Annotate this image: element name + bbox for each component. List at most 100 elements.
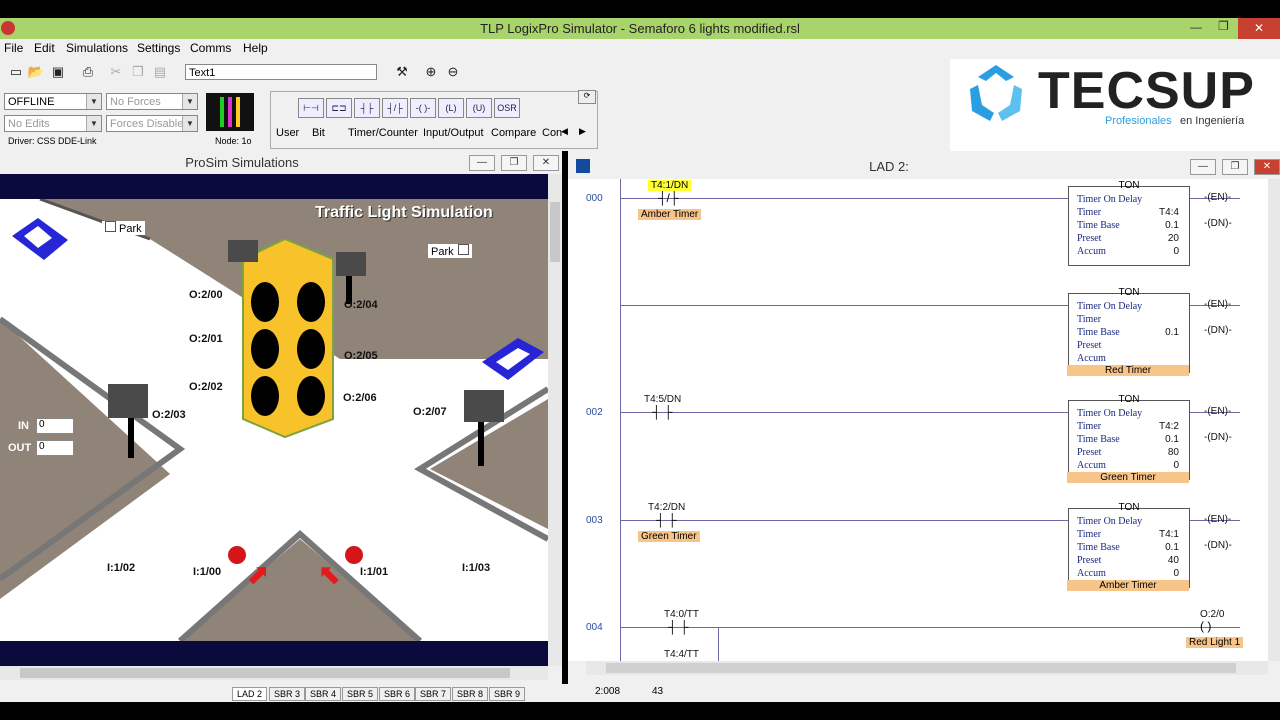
menu-file[interactable]: File (4, 41, 23, 55)
ton-block-003[interactable]: TON Timer On Delay Timer T4:1 Time Base 0.… (1068, 502, 1190, 588)
ton-desc-002: Green Timer (1067, 472, 1189, 483)
open-folder-icon[interactable]: 📂 (26, 62, 46, 82)
menu-help[interactable]: Help (243, 41, 268, 55)
en-output-003: -(EN)- (1204, 514, 1232, 525)
out-label: OUT (8, 442, 32, 454)
ton-block-001[interactable]: TON Timer On Delay Timer Time Base 0.1 Pr… (1068, 287, 1190, 373)
xic-contact-002[interactable]: ┤ ├ (652, 405, 672, 419)
minimize-button[interactable]: — (1190, 20, 1202, 34)
prosim-minimize-button[interactable]: — (469, 155, 495, 171)
xic-contact-004[interactable]: ┤ ├ (668, 620, 688, 634)
ton-block-002[interactable]: TON Timer On Delay Timer T4:2 Time Base 0.… (1068, 394, 1190, 480)
label-o207: O:2/07 (413, 406, 447, 418)
tab-sbr4[interactable]: SBR 4 (305, 687, 342, 701)
tab-compare[interactable]: Compare (491, 127, 536, 139)
prosim-restore-button[interactable]: ❐ (501, 155, 527, 171)
lad-close-button[interactable]: ✕ (1254, 159, 1280, 175)
lad-vscrollbar[interactable] (1268, 179, 1280, 661)
rung-icon[interactable]: ⊢⊣ (298, 98, 324, 118)
prosim-hscrollbar[interactable] (0, 666, 548, 680)
prosim-vscrollbar[interactable] (548, 174, 562, 666)
palette-toggle-icon[interactable]: ⟳ (578, 90, 596, 104)
xic-contact-003[interactable]: ┤ ├ (656, 513, 676, 527)
restore-button[interactable]: ❐ (1218, 19, 1229, 33)
park-checkbox-1[interactable]: Park (102, 221, 145, 235)
ote-icon[interactable]: -( )- (410, 98, 436, 118)
branch-icon[interactable]: ⊏⊐ (326, 98, 352, 118)
walk-signal-top-right (336, 252, 366, 276)
toolbar: ▭ 📂 ▣ ⎙ ✂ ❐ ▤ Text1 ⚒ ⊕ ⊖ (0, 59, 950, 85)
xic-icon[interactable]: ┤├ (354, 98, 380, 118)
walk-signal-top-left (228, 240, 258, 262)
logo-tagline-b: en Ingeniería (1180, 115, 1245, 127)
dn-output-003: -(DN)- (1204, 540, 1232, 551)
node-label: Node: 1o (215, 136, 252, 146)
menu-simulations[interactable]: Simulations (66, 41, 128, 55)
coil-004[interactable]: ( ) (1200, 619, 1211, 633)
en-output-002: -(EN)- (1204, 406, 1232, 417)
tab-sbr8[interactable]: SBR 8 (452, 687, 489, 701)
tab-lad2[interactable]: LAD 2 (232, 687, 268, 701)
in-field[interactable]: 0 (36, 418, 74, 434)
out-field[interactable]: 0 (36, 440, 74, 456)
tab-scroll-left-icon[interactable]: ◀ (561, 126, 568, 137)
logo-tagline-a: Profesionales (1105, 115, 1172, 127)
close-button[interactable]: ✕ (1238, 18, 1280, 39)
tab-sbr6[interactable]: SBR 6 (379, 687, 416, 701)
forces-state-select[interactable]: Forces Disabled ▼ (106, 115, 198, 132)
dn-output-002: -(DN)- (1204, 432, 1232, 443)
lad-restore-button[interactable]: ❐ (1222, 159, 1248, 175)
pedestrian-signal-right-pole (478, 422, 484, 466)
tab-scroll-right-icon[interactable]: ▶ (579, 126, 586, 137)
pushbutton-right-icon[interactable] (345, 546, 363, 564)
scene-title: Traffic Light Simulation (315, 204, 493, 221)
tab-sbr9[interactable]: SBR 9 (489, 687, 526, 701)
tab-user[interactable]: User (276, 127, 299, 139)
contact-desc-003: Green Timer (638, 531, 700, 542)
zoom-out-icon[interactable]: ⊖ (443, 62, 463, 82)
mode-select[interactable]: OFFLINE ▼ (4, 93, 102, 110)
save-icon[interactable]: ▣ (48, 62, 68, 82)
ton-block-000[interactable]: TON Timer On Delay Timer T4:4 Time Base 0.… (1068, 180, 1190, 266)
tab-sbr7[interactable]: SBR 7 (415, 687, 452, 701)
driver-label: Driver: CSS DDE-Link (8, 136, 97, 146)
tools-icon[interactable]: ⚒ (392, 62, 412, 82)
xio-icon[interactable]: ┤/├ (382, 98, 408, 118)
ton-desc-003: Amber Timer (1067, 580, 1189, 591)
new-file-icon[interactable]: ▭ (6, 62, 26, 82)
otu-icon[interactable]: (U) (466, 98, 492, 118)
tab-sbr3[interactable]: SBR 3 (269, 687, 306, 701)
lad-minimize-button[interactable]: — (1190, 159, 1216, 175)
cut-icon[interactable]: ✂ (106, 62, 126, 82)
park-checkbox-2[interactable]: Park (428, 244, 472, 258)
xio-contact-000[interactable]: ┤/├ (658, 191, 678, 205)
tab-con[interactable]: Con (542, 127, 562, 139)
print-icon[interactable]: ⎙ (78, 62, 98, 82)
label-i102: I:1/02 (107, 562, 136, 574)
coil-desc-004: Red Light 1 (1186, 637, 1244, 648)
menu-settings[interactable]: Settings (137, 41, 180, 55)
prosim-close-button[interactable]: ✕ (533, 155, 559, 171)
tab-sbr5[interactable]: SBR 5 (342, 687, 379, 701)
pedestrian-signal-right (464, 390, 504, 422)
text-field[interactable]: Text1 (185, 64, 377, 80)
tab-input-output[interactable]: Input/Output (423, 127, 484, 139)
lad-hscrollbar[interactable] (586, 661, 1268, 675)
menu-edit[interactable]: Edit (34, 41, 55, 55)
contact-tag-004b: T4:4/TT (664, 649, 700, 660)
ladder-window: LAD 2: — ❐ ✕ 000 T4:1/DN ┤/├ Amber Timer… (568, 151, 1280, 684)
forces-select[interactable]: No Forces ▼ (106, 93, 198, 110)
tab-timer-counter[interactable]: Timer/Counter (348, 127, 418, 139)
plc-icon[interactable] (206, 93, 254, 131)
zoom-in-icon[interactable]: ⊕ (421, 62, 441, 82)
osr-button[interactable]: OSR (494, 98, 520, 118)
menu-comms[interactable]: Comms (190, 41, 231, 55)
copy-icon[interactable]: ❐ (128, 62, 148, 82)
otl-icon[interactable]: (L) (438, 98, 464, 118)
label-o201: O:2/01 (189, 333, 223, 345)
rung-004: 004 (586, 622, 603, 633)
paste-icon[interactable]: ▤ (150, 62, 170, 82)
edits-select[interactable]: No Edits ▼ (4, 115, 102, 132)
pushbutton-left-icon[interactable] (228, 546, 246, 564)
tab-bit[interactable]: Bit (312, 127, 325, 139)
